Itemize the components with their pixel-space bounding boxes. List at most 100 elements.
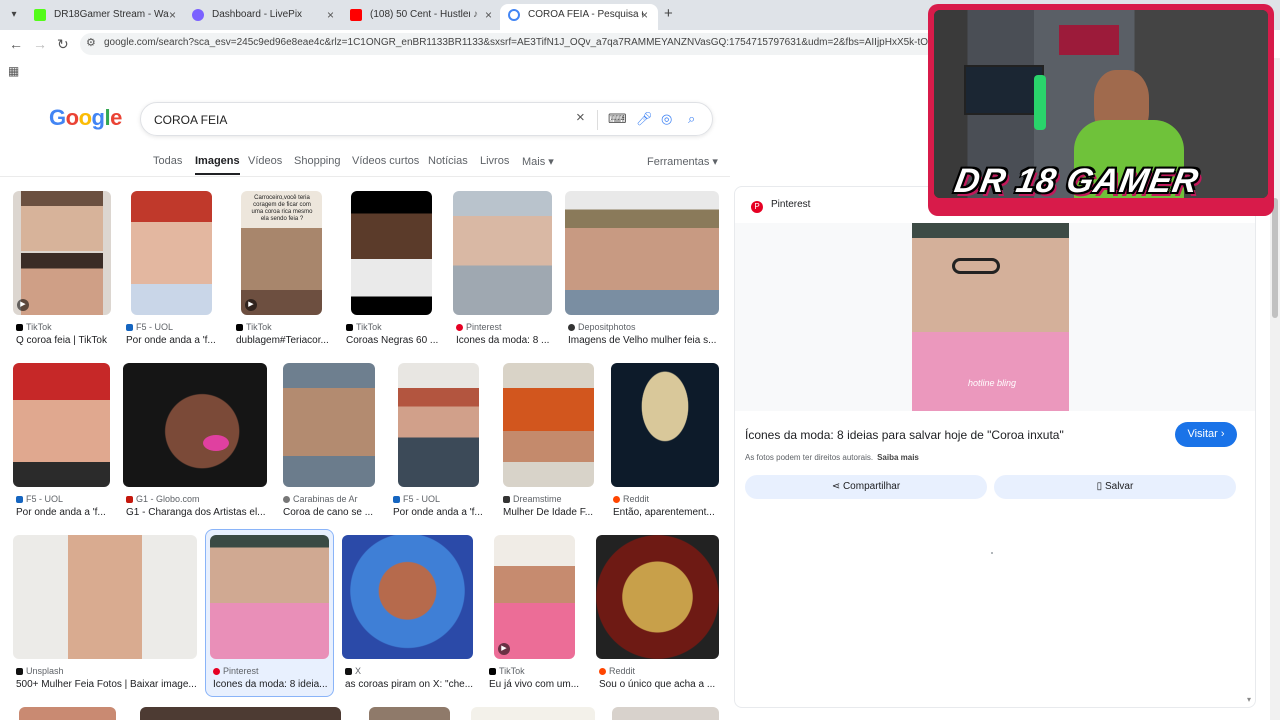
result-caption[interactable]: Por onde anda a 'f... bbox=[16, 507, 108, 518]
result-thumbnail[interactable] bbox=[123, 363, 267, 487]
result-thumbnail[interactable] bbox=[565, 191, 719, 315]
result-thumbnail[interactable] bbox=[131, 191, 212, 315]
result-thumbnail[interactable] bbox=[611, 363, 719, 487]
result-thumbnail[interactable] bbox=[283, 363, 375, 487]
result-source: F5 - UOL bbox=[403, 494, 441, 504]
browser-tab[interactable]: DR18Gamer Stream - Watch Li × bbox=[26, 4, 186, 30]
result-caption[interactable]: dublagem#Teriacor... bbox=[236, 335, 328, 346]
site-info-icon[interactable]: ⚙ bbox=[86, 36, 96, 49]
result-source: F5 - UOL bbox=[136, 322, 174, 332]
result-caption[interactable]: Sou o único que acha a ... bbox=[599, 679, 717, 690]
browser-tab[interactable]: (108) 50 Cent - Hustler's Am ♪ × bbox=[342, 4, 502, 30]
close-tab-icon[interactable]: × bbox=[485, 4, 492, 26]
result-caption[interactable]: Coroa de cano se ... bbox=[283, 507, 377, 518]
tab-imagens[interactable]: Imagens bbox=[195, 155, 240, 175]
panel-source[interactable]: P Pinterest bbox=[751, 199, 810, 213]
google-logo[interactable]: Google bbox=[49, 105, 122, 131]
tab-mais[interactable]: Mais ▾ bbox=[522, 155, 554, 168]
address-bar[interactable]: ⚙ google.com/search?sca_esv=245c9ed96e8e… bbox=[80, 33, 940, 55]
search-icon[interactable]: ⌕ bbox=[688, 111, 695, 127]
tab-noticias[interactable]: Notícias bbox=[428, 155, 468, 167]
close-tab-icon[interactable]: × bbox=[641, 4, 648, 26]
result-source: Dreamstime bbox=[513, 494, 562, 504]
browser-tab[interactable]: Dashboard - LivePix × bbox=[184, 4, 344, 30]
browser-tab-active[interactable]: COROA FEIA - Pesquisa Google × bbox=[500, 4, 658, 30]
tab-todas[interactable]: Todas bbox=[153, 155, 182, 167]
save-button[interactable]: ▯ Salvar bbox=[994, 475, 1236, 499]
preview-image[interactable]: hotline bling bbox=[912, 223, 1069, 411]
result-thumbnail[interactable]: Carroceiro,você teria coragem de ficar c… bbox=[241, 191, 322, 315]
result-source: X bbox=[355, 666, 362, 676]
result-caption[interactable]: Q coroa feia | TikTok bbox=[16, 335, 111, 346]
result-source: Pinterest bbox=[223, 666, 259, 676]
forward-arrow-icon[interactable]: → bbox=[33, 36, 47, 52]
result-thumbnail[interactable] bbox=[210, 535, 329, 659]
result-caption[interactable]: Imagens de Velho mulher feia s... bbox=[568, 335, 718, 346]
result-thumbnail[interactable] bbox=[140, 707, 341, 720]
search-nav-tabs: Todas Imagens Vídeos Shopping Vídeos cur… bbox=[0, 150, 730, 176]
microphone-icon[interactable]: 🎤︎ bbox=[636, 111, 653, 127]
shirt-text: hotline bling bbox=[967, 378, 1017, 388]
result-thumbnail[interactable]: ▶ bbox=[494, 535, 575, 659]
tab-videos[interactable]: Vídeos bbox=[248, 155, 282, 167]
clear-icon[interactable]: × bbox=[576, 109, 585, 126]
result-caption[interactable]: G1 - Charanga dos Artistas el... bbox=[126, 507, 268, 518]
tab-search-chevron-icon[interactable]: ▾ bbox=[5, 6, 23, 24]
close-tab-icon[interactable]: × bbox=[169, 4, 176, 26]
result-caption[interactable]: Então, aparentement... bbox=[613, 507, 719, 518]
tab-shopping[interactable]: Shopping bbox=[294, 155, 341, 167]
result-caption[interactable]: Por onde anda a 'f... bbox=[393, 507, 485, 518]
share-button[interactable]: ⋖ Compartilhar bbox=[745, 475, 987, 499]
result-caption[interactable]: as coroas piram on X: "che... bbox=[345, 679, 473, 690]
audio-playing-icon[interactable]: ♪ bbox=[473, 4, 478, 26]
result-caption[interactable]: Ícones da moda: 8 ideia... bbox=[213, 679, 329, 690]
result-caption[interactable]: Coroas Negras 60 ... bbox=[346, 335, 438, 346]
pinterest-icon: P bbox=[751, 201, 763, 213]
result-thumbnail[interactable] bbox=[342, 535, 473, 659]
result-thumbnail[interactable]: ▶ bbox=[13, 191, 111, 315]
result-thumbnail[interactable] bbox=[351, 191, 432, 315]
result-source: TikTok bbox=[26, 322, 52, 332]
kick-favicon-icon bbox=[34, 9, 46, 21]
apps-grid-icon[interactable]: ▦ bbox=[8, 64, 19, 78]
search-box[interactable]: COROA FEIA × ⌨ 🎤︎ ◎ ⌕ bbox=[140, 102, 713, 136]
reload-icon[interactable]: ↻ bbox=[57, 36, 69, 53]
learn-more-link[interactable]: Saiba mais bbox=[877, 453, 919, 462]
result-source: TikTok bbox=[499, 666, 525, 676]
scrollbar-thumb[interactable] bbox=[1272, 198, 1278, 318]
result-thumbnail[interactable] bbox=[398, 363, 479, 487]
result-caption[interactable]: 500+ Mulher Feia Fotos | Baixar image... bbox=[16, 679, 196, 690]
tools-button[interactable]: Ferramentas ▾ bbox=[647, 155, 718, 168]
lens-icon[interactable]: ◎ bbox=[661, 111, 672, 127]
video-indicator-icon: ▶ bbox=[245, 299, 257, 311]
result-source: Carabinas de Ar bbox=[293, 494, 358, 504]
search-input[interactable]: COROA FEIA bbox=[154, 113, 227, 127]
result-caption[interactable]: Por onde anda a 'f... bbox=[126, 335, 216, 346]
back-arrow-icon[interactable]: ← bbox=[9, 36, 23, 52]
image-preview-panel: P Pinterest hotline bling Ícones da moda:… bbox=[734, 186, 1256, 708]
result-caption[interactable]: Mulher De Idade F... bbox=[503, 507, 597, 518]
result-thumbnail[interactable] bbox=[13, 535, 197, 659]
tab-videos-curtos[interactable]: Vídeos curtos bbox=[352, 155, 419, 167]
panel-scroll-down-icon[interactable]: ▾ bbox=[1247, 695, 1251, 704]
tab-livros[interactable]: Livros bbox=[480, 155, 509, 167]
livepix-favicon-icon bbox=[192, 9, 204, 21]
keyboard-icon[interactable]: ⌨ bbox=[608, 111, 627, 127]
new-tab-icon[interactable]: + bbox=[664, 5, 673, 22]
result-source: F5 - UOL bbox=[26, 494, 64, 504]
result-thumbnail[interactable] bbox=[369, 707, 450, 720]
result-thumbnail[interactable] bbox=[612, 707, 719, 720]
video-indicator-icon: ▶ bbox=[17, 299, 29, 311]
result-thumbnail[interactable] bbox=[503, 363, 594, 487]
result-caption[interactable]: Eu já vivo com um... bbox=[489, 679, 581, 690]
result-thumbnail[interactable] bbox=[596, 535, 719, 659]
close-tab-icon[interactable]: × bbox=[327, 4, 334, 26]
visit-button[interactable]: Visitar › bbox=[1175, 422, 1237, 447]
panel-title[interactable]: Ícones da moda: 8 ideias para salvar hoj… bbox=[745, 428, 1064, 442]
result-caption[interactable]: Ícones da moda: 8 ... bbox=[456, 335, 550, 346]
result-thumbnail[interactable] bbox=[13, 363, 110, 487]
result-thumbnail[interactable] bbox=[453, 191, 552, 315]
result-thumbnail[interactable] bbox=[19, 707, 116, 720]
divider bbox=[0, 176, 730, 177]
result-thumbnail[interactable] bbox=[471, 707, 595, 720]
